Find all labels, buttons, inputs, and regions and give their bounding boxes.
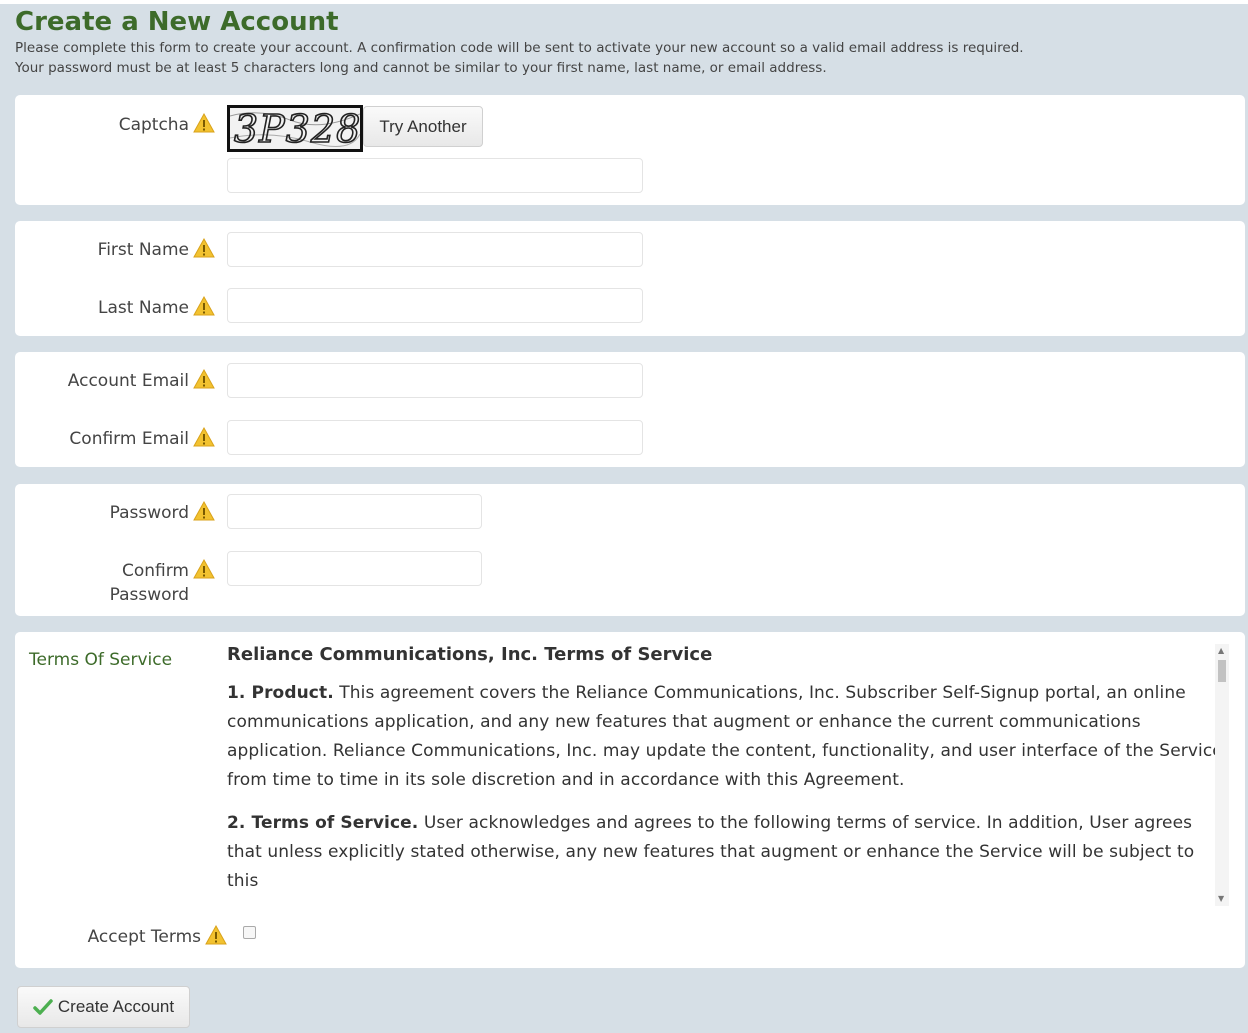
intro-line-2: Your password must be at least 5 charact… [15,60,827,76]
password-panel: Password Confirm Password [15,484,1245,616]
warning-icon [205,925,227,945]
first-name-label: First Name [98,238,215,262]
last-name-input[interactable] [227,288,643,323]
confirm-password-input[interactable] [227,551,482,586]
scroll-up-arrow-icon[interactable]: ▲ [1218,646,1224,656]
warning-icon [193,369,215,389]
password-label-text: Password [109,503,189,523]
warning-icon [193,296,215,316]
last-name-label: Last Name [98,296,215,320]
terms-p1-text: This agreement covers the Reliance Commu… [227,683,1223,790]
warning-icon [193,427,215,447]
terms-scrollbar[interactable]: ▲ ▼ [1215,644,1229,906]
confirm-email-input[interactable] [227,420,643,455]
intro-text: Please complete this form to create your… [15,38,1235,78]
terms-panel: Terms Of Service Reliance Communications… [15,632,1245,968]
last-name-label-text: Last Name [98,298,189,318]
terms-text-box[interactable]: Reliance Communications, Inc. Terms of S… [227,644,1227,906]
scroll-down-arrow-icon[interactable]: ▼ [1218,894,1224,904]
warning-icon [193,238,215,258]
captcha-label-text: Captcha [118,115,189,135]
terms-p2-title: 2. Terms of Service. [227,813,419,833]
captcha-input[interactable] [227,158,643,193]
terms-heading: Reliance Communications, Inc. Terms of S… [227,644,713,665]
warning-icon [193,113,215,133]
page: Create a New Account Please complete thi… [0,0,1248,1033]
warning-icon [193,559,215,579]
first-name-label-text: First Name [97,240,189,260]
email-panel: Account Email Confirm Email [15,352,1245,467]
confirm-password-line-1: Confirm [45,559,215,583]
accept-terms-label-text: Accept Terms [87,927,201,947]
confirm-email-label-text: Confirm Email [69,429,189,449]
confirm-password-label-text-1: Confirm [121,561,189,581]
confirm-password-line-2: Password [109,585,189,605]
captcha-image: 3P328 [227,105,363,152]
accept-terms-label: Accept Terms [88,925,227,949]
captcha-label: Captcha [119,113,215,137]
account-email-input[interactable] [227,363,643,398]
captcha-panel: Captcha 3P328 Try Another [15,95,1245,205]
intro-line-1: Please complete this form to create your… [15,40,1024,56]
confirm-password-label: Confirm Password [45,559,215,607]
top-edge [0,0,1248,4]
account-email-label-text: Account Email [67,371,189,391]
name-panel: First Name Last Name [15,221,1245,336]
create-account-label: Create Account [57,997,175,1016]
warning-icon [193,501,215,521]
accept-terms-checkbox[interactable] [243,926,256,939]
create-account-button[interactable]: Create Account [17,986,190,1028]
account-email-label: Account Email [68,369,215,393]
page-title: Create a New Account [15,7,339,37]
terms-paragraph-1: 1. Product. This agreement covers the Re… [227,679,1227,795]
terms-p1-title: 1. Product. [227,683,334,703]
terms-label: Terms Of Service [29,650,173,670]
password-input[interactable] [227,494,482,529]
check-icon [33,999,53,1015]
try-another-button[interactable]: Try Another [363,106,483,147]
captcha-image-text: 3P328 [234,108,360,149]
scroll-thumb[interactable] [1218,660,1226,682]
captcha-image-art: 3P328 [230,108,360,149]
first-name-input[interactable] [227,232,643,267]
confirm-email-label: Confirm Email [69,427,215,451]
password-label: Password [110,501,215,525]
terms-paragraph-2: 2. Terms of Service. User acknowledges a… [227,809,1227,896]
